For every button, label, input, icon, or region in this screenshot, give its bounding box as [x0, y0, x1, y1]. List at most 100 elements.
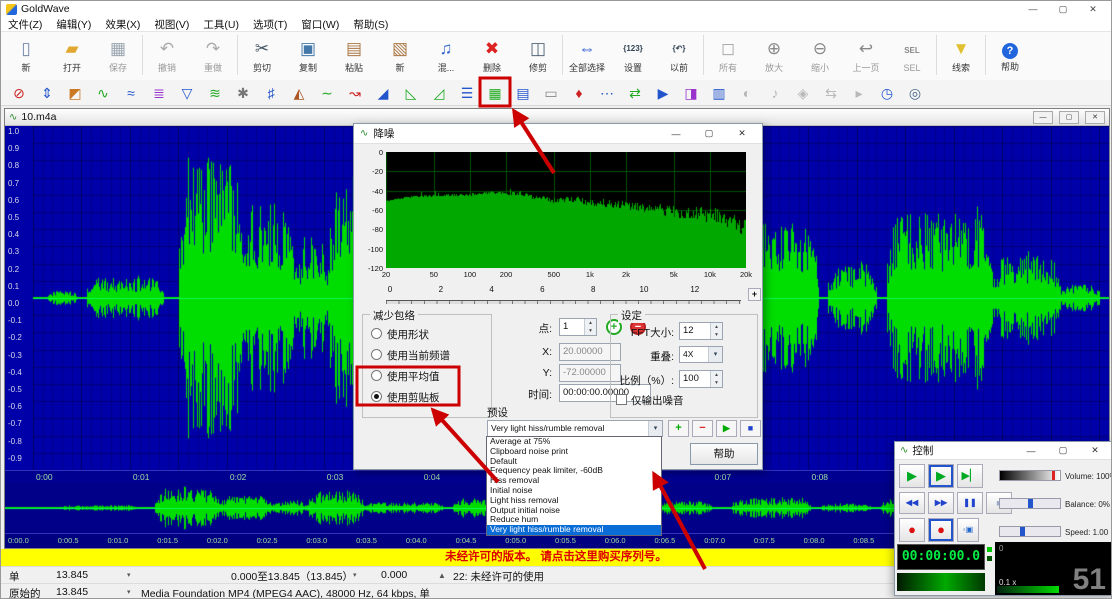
app-close-button[interactable]: ✕ — [1080, 4, 1106, 15]
speed-slider[interactable] — [999, 526, 1061, 537]
preset-option-4[interactable]: Hiss removal — [487, 476, 661, 486]
control-maximize-button[interactable]: ▢ — [1049, 445, 1077, 456]
menu-item-file[interactable]: 文件(Z) — [1, 17, 49, 32]
app-minimize-button[interactable]: — — [1020, 4, 1046, 14]
preset-preview-stop-button[interactable]: ■ — [740, 420, 761, 437]
fft-size-field[interactable]: 12 ▴▾ — [679, 322, 723, 340]
menu-item-view[interactable]: 视图(V) — [147, 17, 196, 32]
toolbar-button-undo[interactable]: ↶撤销 — [144, 33, 190, 79]
control-close-button[interactable]: ✕ — [1081, 445, 1109, 456]
effect-noise-reduction-icon[interactable]: ▦ — [485, 83, 505, 103]
play-to-end-button[interactable]: ▶▏ — [957, 464, 983, 488]
effect-playback-rate-icon[interactable]: ▶ — [653, 83, 673, 103]
toolbar-button-mix[interactable]: ♫混... — [423, 33, 469, 79]
ruler-zoom-in-button[interactable]: + — [748, 288, 761, 301]
fast-forward-button[interactable]: ▶▶ — [928, 492, 954, 514]
effect-time-warp-icon[interactable]: ↝ — [345, 83, 365, 103]
menu-item-options[interactable]: 选项(T) — [246, 17, 294, 32]
control-titlebar[interactable]: ∿ 控制 — ▢ ✕ — [895, 442, 1112, 460]
effect-resample-icon[interactable]: ⇄ — [625, 83, 645, 103]
menu-item-help[interactable]: 帮助(S) — [346, 17, 395, 32]
speed-slider-handle[interactable] — [1020, 527, 1025, 536]
dialog-titlebar[interactable]: ∿ 降噪 — ▢ ✕ — [354, 124, 762, 144]
effect-pan-icon[interactable]: ◐ — [737, 83, 757, 103]
toolbar-button-open[interactable]: ▰打开 — [49, 33, 95, 79]
format-dropdown-icon[interactable]: ▾ — [127, 588, 131, 596]
document-minimize-button[interactable]: — — [1033, 111, 1053, 124]
effect-reverb-icon[interactable]: ◭ — [289, 83, 309, 103]
effect-mix-paste-icon[interactable]: ◨ — [681, 83, 701, 103]
effect-stereo-enhance-icon[interactable]: ◈ — [793, 83, 813, 103]
preset-option-0[interactable]: Average at 75% — [487, 437, 661, 447]
toolbar-button-save[interactable]: ▦保存 — [95, 33, 141, 79]
rewind-button[interactable]: ◀◀ — [899, 492, 925, 514]
toolbar-button-view-all[interactable]: ◻所有 — [705, 33, 751, 79]
selection-range[interactable]: 0.000至13.845（13.845） — [231, 569, 353, 584]
toolbar-button-select-all[interactable]: ⇔全部选择 — [564, 33, 610, 79]
effect-dynamics-icon[interactable]: ◩ — [65, 83, 85, 103]
toolbar-button-paste[interactable]: ▤粘贴 — [331, 33, 377, 79]
preset-option-1[interactable]: Clipboard noise print — [487, 447, 661, 457]
effect-filter-icon[interactable]: ▽ — [177, 83, 197, 103]
original-length[interactable]: 13.845 — [56, 586, 88, 598]
effect-interpolate-icon[interactable]: ⋯ — [597, 83, 617, 103]
cursor-position[interactable]: 0.000 — [381, 569, 407, 581]
effect-channel-mixer-icon[interactable]: ▥ — [709, 83, 729, 103]
preset-preview-play-button[interactable]: ▶ — [716, 420, 737, 437]
effect-shape-icon[interactable]: ∿ — [93, 83, 113, 103]
preset-option-8[interactable]: Reduce hum — [487, 515, 661, 525]
noise-only-checkbox[interactable] — [616, 394, 627, 405]
radio-envelope-1[interactable] — [371, 349, 382, 360]
spectrum-graph[interactable] — [386, 152, 746, 268]
toolbar-button-cue[interactable]: ▼线索 — [938, 33, 984, 79]
effect-cue-marker-icon[interactable]: ▸ — [849, 83, 869, 103]
dialog-minimize-button[interactable]: — — [662, 129, 690, 139]
radio-envelope-2[interactable] — [371, 370, 382, 381]
effect-spectrum-filter-icon[interactable]: ▤ — [513, 83, 533, 103]
menu-item-window[interactable]: 窗口(W) — [294, 17, 346, 32]
dialog-close-button[interactable]: ✕ — [728, 128, 756, 139]
total-length[interactable]: 13.845 — [56, 569, 88, 581]
effect-voice-over-icon[interactable]: ♦ — [569, 83, 589, 103]
toolbar-button-new[interactable]: ▯新 — [3, 33, 49, 79]
preset-option-2[interactable]: Default — [487, 457, 661, 467]
effect-smoother-icon[interactable]: ∼ — [317, 83, 337, 103]
effect-silence-icon[interactable]: ▭ — [541, 83, 561, 103]
selection-dropdown-icon[interactable]: ▾ — [353, 571, 357, 579]
toolbar-button-trim[interactable]: ◫修剪 — [515, 33, 561, 79]
play-button[interactable]: ▶ — [899, 464, 925, 488]
toolbar-button-zoom-in[interactable]: ⊕放大 — [751, 33, 797, 79]
effect-mechanize-icon[interactable]: ✱ — [233, 83, 253, 103]
record-monitor-button[interactable]: ◦▣ — [957, 518, 979, 542]
radio-envelope-3[interactable] — [371, 391, 382, 402]
radio-envelope-0[interactable] — [371, 328, 382, 339]
play-selection-button[interactable]: ▶ — [928, 464, 954, 488]
dialog-maximize-button[interactable]: ▢ — [695, 128, 723, 139]
effect-clock-icon[interactable]: ◷ — [877, 83, 897, 103]
menu-item-effects[interactable]: 效果(X) — [98, 17, 147, 32]
preset-option-3[interactable]: Frequency peak limiter, -60dB — [487, 466, 661, 476]
toolbar-button-cut[interactable]: ✂剪切 — [239, 33, 285, 79]
effect-volume-shape-icon[interactable]: ◢ — [373, 83, 393, 103]
effect-monitor-icon[interactable]: ◎ — [905, 83, 925, 103]
effect-pitch-icon[interactable]: ♯ — [261, 83, 281, 103]
toolbar-button-set-selection[interactable]: {123}设置 — [610, 33, 656, 79]
toolbar-button-delete[interactable]: ✖删除 — [469, 33, 515, 79]
effect-exchange-channels-icon[interactable]: ⇆ — [821, 83, 841, 103]
point-count-spinner[interactable]: ▴▾ — [584, 319, 596, 335]
preset-option-7[interactable]: Output initial noise — [487, 506, 661, 516]
menu-item-tools[interactable]: 工具(U) — [196, 17, 246, 32]
effect-echo-icon[interactable]: ≣ — [149, 83, 169, 103]
document-maximize-button[interactable]: ▢ — [1059, 111, 1079, 124]
preset-delete-button[interactable]: − — [692, 420, 713, 437]
effect-equalizer-icon[interactable]: ☰ — [457, 83, 477, 103]
effect-reduce-vocals-icon[interactable]: ♪ — [765, 83, 785, 103]
toolbar-button-redo[interactable]: ↷重做 — [190, 33, 236, 79]
length-dropdown-icon[interactable]: ▾ — [127, 571, 131, 579]
toolbar-button-zoom-out[interactable]: ⊖缩小 — [797, 33, 843, 79]
toolbar-button-zoom-previous[interactable]: ↩上一页 — [843, 33, 889, 79]
effect-doppler-icon[interactable]: ≈ — [121, 83, 141, 103]
effect-offset-icon[interactable]: ⇕ — [37, 83, 57, 103]
help-button[interactable]: 帮助 — [690, 443, 758, 465]
preset-option-6[interactable]: Light hiss removal — [487, 496, 661, 506]
